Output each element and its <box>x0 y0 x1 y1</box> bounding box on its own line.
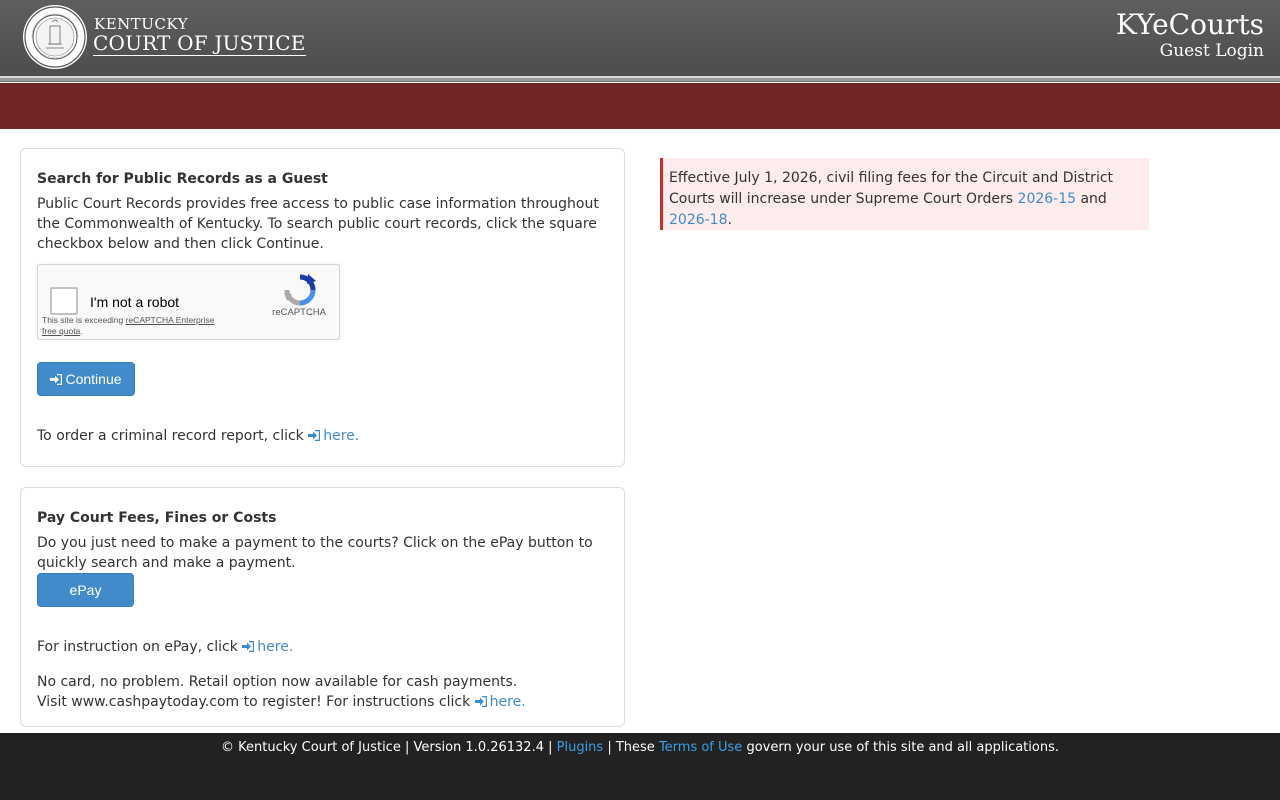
plugins-link[interactable]: Plugins <box>557 740 604 755</box>
continue-button[interactable]: Continue <box>37 362 135 396</box>
criminal-record-text: To order a criminal record report, click <box>37 428 309 444</box>
criminal-record-link[interactable]: here. <box>308 428 359 444</box>
quota-suffix: . <box>80 326 83 336</box>
app-subtitle: Guest Login <box>1159 41 1264 61</box>
epay-instruction-line: For instruction on ePay, click here. <box>37 637 293 657</box>
sign-in-icon <box>242 641 255 652</box>
epay-instruction-text: For instruction on ePay, click <box>37 639 243 655</box>
nav-bar <box>0 83 1280 129</box>
cash-payment-link[interactable]: here. <box>474 694 526 710</box>
footer-text: © Kentucky Court of Justice | Version 1.… <box>0 738 1280 758</box>
footer-end: govern your use of this site and all app… <box>742 740 1059 755</box>
site-header: KENTUCKY COURT OF JUSTICE KYeCourts Gues… <box>0 0 1280 76</box>
fee-increase-notice: Effective July 1, 2026, civil filing fee… <box>660 158 1149 230</box>
epay-instruction-link-label: here. <box>257 639 294 655</box>
cash-payment-text: No card, no problem. Retail option now a… <box>37 674 518 710</box>
panel-title: Search for Public Records as a Guest <box>37 171 328 187</box>
recaptcha-checkbox[interactable] <box>50 287 78 315</box>
cash-payment-link-label: here. <box>489 694 526 710</box>
sign-in-icon <box>308 430 321 441</box>
terms-of-use-link[interactable]: Terms of Use <box>659 740 742 755</box>
recaptcha-widget: I'm not a robot This site is exceeding r… <box>37 264 340 340</box>
sign-in-icon <box>50 374 63 385</box>
panel-description: Public Court Records provides free acces… <box>37 196 599 252</box>
notice-and: and <box>1076 191 1107 207</box>
recaptcha-logo-icon <box>284 274 316 306</box>
epay-button[interactable]: ePay <box>37 573 134 607</box>
guest-search-panel: Search for Public Records as a Guest Pub… <box>20 148 625 467</box>
sign-in-icon <box>474 696 487 707</box>
site-footer: © Kentucky Court of Justice | Version 1.… <box>0 733 1280 800</box>
panel-description: Do you just need to make a payment to th… <box>37 535 593 571</box>
recaptcha-label: I'm not a robot <box>90 294 180 310</box>
epay-instruction-link[interactable]: here. <box>242 639 293 655</box>
pay-fees-panel: Pay Court Fees, Fines or Costs Do you ju… <box>20 487 625 727</box>
order-link-2026-18[interactable]: 2026-18 <box>669 212 728 228</box>
footer-copyright: © Kentucky Court of Justice | Version 1.… <box>221 740 557 755</box>
recaptcha-quota-notice: This site is exceeding reCAPTCHA Enterpr… <box>42 315 222 337</box>
quota-text: This site is exceeding <box>42 315 126 325</box>
recaptcha-brand: reCAPTCHA <box>272 307 326 318</box>
app-title: KYeCourts <box>1115 8 1264 41</box>
notice-end: . <box>727 212 732 228</box>
cash-payment-line: No card, no problem. Retail option now a… <box>37 672 537 712</box>
order-link-2026-15[interactable]: 2026-15 <box>1018 191 1077 207</box>
criminal-record-link-label: here. <box>323 428 360 444</box>
footer-sep: | These <box>603 740 659 755</box>
kentucky-seal-icon[interactable] <box>22 4 88 70</box>
criminal-record-line: To order a criminal record report, click… <box>37 426 359 446</box>
header-divider <box>0 76 1280 82</box>
continue-label: Continue <box>65 371 122 387</box>
brand-court-name[interactable]: COURT OF JUSTICE <box>93 31 306 56</box>
panel-title: Pay Court Fees, Fines or Costs <box>37 510 277 526</box>
